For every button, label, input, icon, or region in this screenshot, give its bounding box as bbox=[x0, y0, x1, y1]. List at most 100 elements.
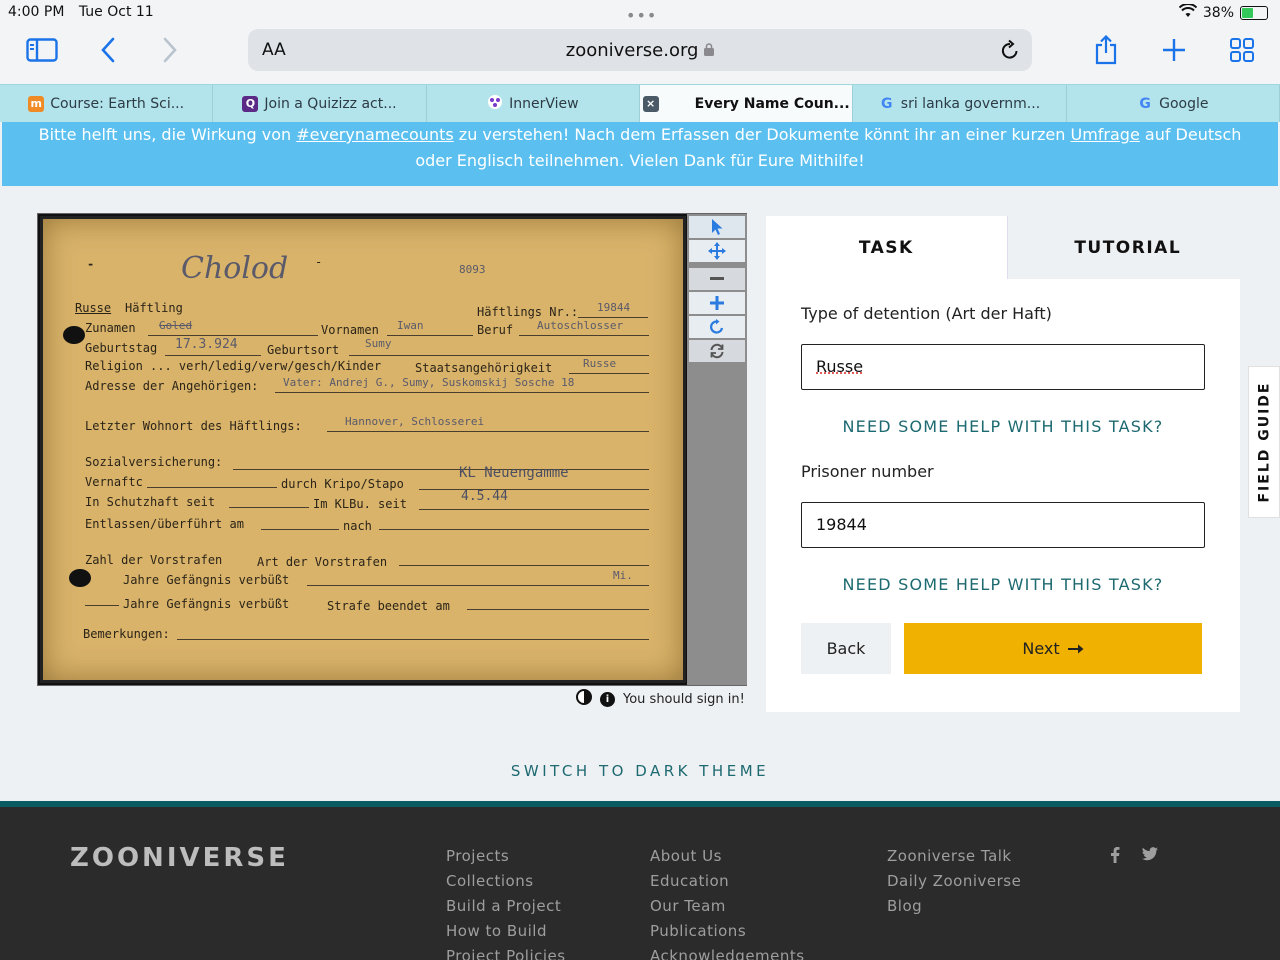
footer-link[interactable]: Build a Project bbox=[446, 897, 566, 916]
footer-link[interactable]: Blog bbox=[887, 897, 1021, 916]
zoom-out-icon[interactable] bbox=[689, 268, 745, 290]
footer-col-talk: Zooniverse Talk Daily Zooniverse Blog bbox=[887, 847, 1021, 916]
detention-type-input[interactable]: Russe bbox=[801, 344, 1205, 390]
footer-link[interactable]: Daily Zooniverse bbox=[887, 872, 1021, 891]
footer-link[interactable]: Acknowledgements bbox=[650, 947, 805, 960]
subject-viewer[interactable]: - Cholod - 8093 Russe Häftling Häftlings… bbox=[37, 213, 747, 686]
help-link-2[interactable]: NEED SOME HELP WITH THIS TASK? bbox=[801, 575, 1205, 594]
back-chevron-icon[interactable] bbox=[88, 30, 128, 70]
help-link-1[interactable]: NEED SOME HELP WITH THIS TASK? bbox=[801, 417, 1205, 436]
browser-tab-every-name-counts[interactable]: × Every Name Coun... bbox=[639, 85, 854, 122]
handwritten-signature: Cholod bbox=[181, 251, 289, 286]
card-type: Russe bbox=[75, 301, 112, 315]
browser-tab-innerview[interactable]: InnerView bbox=[427, 85, 640, 122]
survey-link[interactable]: Umfrage bbox=[1070, 125, 1139, 144]
pan-move-icon[interactable] bbox=[689, 240, 745, 262]
twitter-icon[interactable] bbox=[1142, 847, 1158, 867]
card-camp-stamp: KL Neuengamme bbox=[459, 465, 569, 481]
address-domain: zooniverse.org bbox=[248, 40, 1032, 61]
browser-tab-strip: m Course: Earth Sci... Q Join a Quizizz … bbox=[0, 84, 1280, 122]
sidebar-toggle-icon[interactable] bbox=[22, 30, 62, 70]
tab-label: InnerView bbox=[509, 95, 579, 112]
footer-link[interactable]: Our Team bbox=[650, 897, 805, 916]
zoom-in-icon[interactable] bbox=[689, 292, 745, 314]
footer-col-about: About Us Education Our Team Publications… bbox=[650, 847, 805, 960]
browser-chrome: 4:00 PM Tue Oct 11 ••• 38% AA zooniverse… bbox=[0, 0, 1280, 84]
footer-link[interactable]: Zooniverse Talk bbox=[887, 847, 1021, 866]
annotate-pointer-icon[interactable] bbox=[689, 216, 745, 238]
site-footer: ZOONIVERSE Projects Collections Build a … bbox=[0, 801, 1280, 960]
google-icon: G bbox=[1139, 95, 1151, 112]
domain-text: zooniverse.org bbox=[565, 39, 699, 61]
browser-tab-sri-lanka[interactable]: G sri lanka governm... bbox=[853, 85, 1067, 122]
tab-task[interactable]: TASK bbox=[766, 216, 1007, 279]
footer-link[interactable]: Collections bbox=[446, 872, 566, 891]
moodle-icon: m bbox=[28, 95, 45, 112]
banner-line-1: Bitte helft uns, die Wirkung von #everyn… bbox=[38, 125, 1242, 144]
footer-link[interactable]: Publications bbox=[650, 922, 805, 941]
arrow-right-icon bbox=[1067, 639, 1084, 658]
card-number: 8093 bbox=[459, 263, 486, 276]
quizizz-icon: Q bbox=[242, 95, 259, 112]
tab-label: Every Name Coun... bbox=[694, 95, 850, 112]
browser-tab-google[interactable]: G Google bbox=[1067, 85, 1280, 122]
everynamecounts-link[interactable]: #everynamecounts bbox=[296, 125, 453, 144]
footer-link[interactable]: Project Policies bbox=[446, 947, 566, 960]
multitasking-dots-icon[interactable]: ••• bbox=[626, 6, 657, 25]
task-tabs: TASK TUTORIAL bbox=[766, 216, 1248, 279]
tab-label: Join a Quizizz act... bbox=[264, 95, 397, 112]
reset-view-icon[interactable] bbox=[689, 340, 745, 362]
card-prisoner-number: 19844 bbox=[597, 301, 631, 314]
browser-tab-quizizz[interactable]: Q Join a Quizizz act... bbox=[213, 85, 427, 122]
browser-tab-course[interactable]: m Course: Earth Sci... bbox=[0, 85, 214, 122]
close-tab-icon[interactable]: × bbox=[642, 95, 659, 112]
footer-link[interactable]: About Us bbox=[650, 847, 805, 866]
info-icon[interactable]: i bbox=[600, 691, 615, 707]
field-guide-tab[interactable]: FIELD GUIDE bbox=[1248, 366, 1280, 518]
switch-dark-theme-button[interactable]: SWITCH TO DARK THEME bbox=[0, 762, 1280, 780]
system-status: 38% bbox=[1178, 3, 1268, 22]
next-button[interactable]: Next bbox=[904, 623, 1202, 674]
reader-aa-button[interactable]: AA bbox=[262, 40, 286, 60]
rotate-icon[interactable] bbox=[689, 316, 745, 338]
tab-label: Course: Earth Sci... bbox=[50, 95, 185, 112]
back-button[interactable]: Back bbox=[801, 623, 891, 674]
footer-link[interactable]: Education bbox=[650, 872, 805, 891]
task-panel: TASK TUTORIAL Type of detention (Art der… bbox=[766, 216, 1248, 712]
lock-icon bbox=[704, 40, 715, 61]
social-links bbox=[1110, 847, 1158, 867]
address-bar[interactable]: AA zooniverse.org bbox=[248, 29, 1032, 71]
forward-chevron-icon[interactable] bbox=[150, 30, 190, 70]
punch-hole bbox=[69, 569, 91, 587]
invert-contrast-icon[interactable] bbox=[576, 689, 592, 709]
status-bar: 4:00 PM Tue Oct 11 bbox=[8, 4, 154, 20]
footer-col-projects: Projects Collections Build a Project How… bbox=[446, 847, 566, 960]
sign-in-notice: You should sign in! bbox=[623, 691, 745, 707]
prisoner-record-card[interactable]: - Cholod - 8093 Russe Häftling Häftlings… bbox=[40, 216, 686, 683]
tab-label: sri lanka governm... bbox=[900, 95, 1041, 112]
share-icon[interactable] bbox=[1086, 30, 1126, 70]
wifi-icon bbox=[1178, 3, 1198, 22]
tab-overview-icon[interactable] bbox=[1222, 30, 1262, 70]
facebook-icon[interactable] bbox=[1110, 847, 1120, 867]
new-tab-plus-icon[interactable] bbox=[1154, 30, 1194, 70]
footer-link[interactable]: How to Build bbox=[446, 922, 566, 941]
banner-line-2: oder Englisch teilnehmen. Vielen Dank fü… bbox=[415, 151, 865, 170]
tab-tutorial[interactable]: TUTORIAL bbox=[1006, 216, 1248, 279]
survey-banner: Bitte helft uns, die Wirkung von #everyn… bbox=[2, 122, 1278, 186]
status-time: 4:00 PM bbox=[8, 4, 65, 20]
reload-icon[interactable] bbox=[1000, 39, 1020, 65]
battery-icon bbox=[1240, 6, 1268, 20]
prisoner-number-label: Prisoner number bbox=[801, 462, 934, 481]
next-label: Next bbox=[1022, 639, 1060, 658]
prisoner-number-input[interactable]: 19844 bbox=[801, 502, 1205, 548]
punch-hole bbox=[63, 326, 85, 344]
viewer-toolbar bbox=[687, 214, 747, 685]
viewer-footer: i You should sign in! bbox=[576, 689, 745, 709]
battery-percent: 38% bbox=[1202, 5, 1234, 21]
status-date: Tue Oct 11 bbox=[78, 4, 154, 20]
detention-type-label: Type of detention (Art der Haft) bbox=[801, 304, 1052, 323]
zooniverse-logo[interactable]: ZOONIVERSE bbox=[70, 843, 289, 873]
tab-label: Google bbox=[1159, 95, 1209, 112]
footer-link[interactable]: Projects bbox=[446, 847, 566, 866]
